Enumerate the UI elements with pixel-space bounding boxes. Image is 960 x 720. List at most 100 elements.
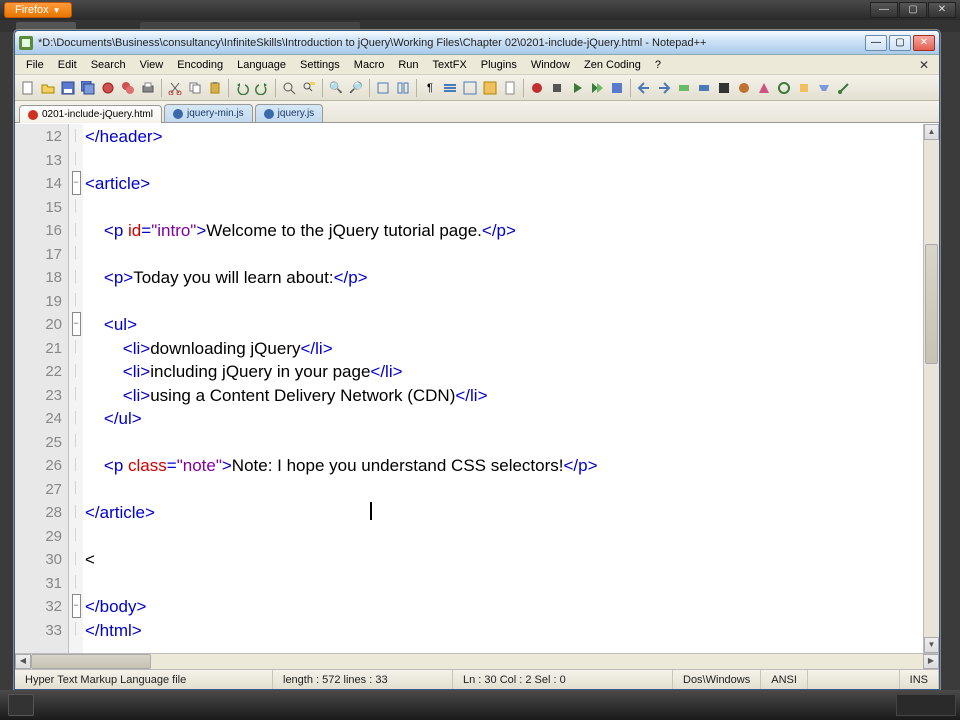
windows-taskbar bbox=[0, 690, 960, 720]
window-title: *D:\Documents\Business\consultancy\Infin… bbox=[38, 37, 865, 49]
menu-textfx[interactable]: TextFX bbox=[426, 57, 474, 73]
close-all-icon[interactable] bbox=[119, 79, 137, 97]
menu-run[interactable]: Run bbox=[391, 57, 425, 73]
tb-extra-9-icon[interactable] bbox=[795, 79, 813, 97]
menu-zencoding[interactable]: Zen Coding bbox=[577, 57, 648, 73]
show-all-icon[interactable] bbox=[441, 79, 459, 97]
menu-macro[interactable]: Macro bbox=[347, 57, 392, 73]
line-number-gutter: 1213141516171819202122232425262728293031… bbox=[15, 124, 69, 653]
vertical-scrollbar[interactable]: ▲ ▼ bbox=[923, 124, 939, 653]
statusbar: Hyper Text Markup Language file length :… bbox=[15, 669, 939, 689]
fold-column: ││−│││││−│││││││││││−│ bbox=[69, 124, 83, 653]
menu-window[interactable]: Window bbox=[524, 57, 577, 73]
status-insert-mode[interactable]: INS bbox=[900, 670, 939, 689]
print-icon[interactable] bbox=[139, 79, 157, 97]
undo-icon[interactable] bbox=[233, 79, 251, 97]
doc-close-x[interactable]: ✕ bbox=[913, 58, 935, 72]
copy-icon[interactable] bbox=[186, 79, 204, 97]
notepadpp-icon bbox=[19, 36, 33, 50]
play-macro-icon[interactable] bbox=[568, 79, 586, 97]
tb-extra-2-icon[interactable] bbox=[655, 79, 673, 97]
tb-extra-10-icon[interactable] bbox=[815, 79, 833, 97]
notepadpp-window: *D:\Documents\Business\consultancy\Infin… bbox=[14, 30, 940, 690]
menu-help[interactable]: ? bbox=[648, 57, 668, 73]
scroll-thumb[interactable] bbox=[925, 244, 938, 364]
system-tray[interactable] bbox=[896, 694, 956, 716]
tb-extra-1-icon[interactable] bbox=[635, 79, 653, 97]
tab-label: jquery.js bbox=[278, 108, 315, 119]
browser-close-button[interactable]: ✕ bbox=[928, 2, 956, 18]
text-caret-secondary bbox=[370, 502, 372, 520]
menu-language[interactable]: Language bbox=[230, 57, 293, 73]
user-lang-icon[interactable] bbox=[481, 79, 499, 97]
save-icon[interactable] bbox=[59, 79, 77, 97]
tab-jquery-min[interactable]: jquery-min.js bbox=[164, 104, 253, 122]
tb-extra-3-icon[interactable] bbox=[675, 79, 693, 97]
menu-encoding[interactable]: Encoding bbox=[170, 57, 230, 73]
code-editor[interactable]: </header><article> <p id="intro">Welcome… bbox=[83, 124, 923, 653]
sync-v-icon[interactable] bbox=[374, 79, 392, 97]
tb-extra-8-icon[interactable] bbox=[775, 79, 793, 97]
wrap-icon[interactable]: ¶ bbox=[421, 79, 439, 97]
firefox-menu-button[interactable]: Firefox ▼ bbox=[4, 2, 72, 18]
scroll-left-icon[interactable]: ◀ bbox=[15, 654, 31, 669]
new-file-icon[interactable] bbox=[19, 79, 37, 97]
save-all-icon[interactable] bbox=[79, 79, 97, 97]
npp-maximize-button[interactable]: ▢ bbox=[889, 35, 911, 51]
hscroll-thumb[interactable] bbox=[31, 654, 151, 669]
menu-settings[interactable]: Settings bbox=[293, 57, 347, 73]
toolbar: 🔍 🔎 ¶ bbox=[15, 75, 939, 101]
zoom-out-icon[interactable]: 🔎 bbox=[347, 79, 365, 97]
document-tabs: 0201-include-jQuery.html jquery-min.js j… bbox=[15, 101, 939, 123]
indent-guide-icon[interactable] bbox=[461, 79, 479, 97]
menu-view[interactable]: View bbox=[133, 57, 171, 73]
close-file-icon[interactable] bbox=[99, 79, 117, 97]
scroll-up-icon[interactable]: ▲ bbox=[924, 124, 939, 140]
menu-edit[interactable]: Edit bbox=[51, 57, 84, 73]
tab-jquery[interactable]: jquery.js bbox=[255, 104, 324, 122]
tb-extra-11-icon[interactable] bbox=[835, 79, 853, 97]
status-encoding: ANSI bbox=[761, 670, 808, 689]
browser-maximize-button[interactable]: ▢ bbox=[899, 2, 927, 18]
find-icon[interactable] bbox=[280, 79, 298, 97]
npp-close-button[interactable]: ✕ bbox=[913, 35, 935, 51]
saved-dot-icon bbox=[173, 109, 183, 119]
taskbar-item[interactable] bbox=[8, 694, 34, 716]
status-filetype: Hyper Text Markup Language file bbox=[15, 670, 273, 689]
tab-label: 0201-include-jQuery.html bbox=[42, 109, 153, 120]
doc-map-icon[interactable] bbox=[501, 79, 519, 97]
browser-minimize-button[interactable]: — bbox=[870, 2, 898, 18]
tb-extra-4-icon[interactable] bbox=[695, 79, 713, 97]
status-length: length : 572 lines : 33 bbox=[273, 670, 453, 689]
scroll-right-icon[interactable]: ▶ bbox=[923, 654, 939, 669]
menubar: File Edit Search View Encoding Language … bbox=[15, 55, 939, 75]
sync-h-icon[interactable] bbox=[394, 79, 412, 97]
menu-file[interactable]: File bbox=[19, 57, 51, 73]
tb-extra-6-icon[interactable] bbox=[735, 79, 753, 97]
firefox-label: Firefox bbox=[15, 4, 49, 16]
unsaved-dot-icon bbox=[28, 110, 38, 120]
npp-minimize-button[interactable]: — bbox=[865, 35, 887, 51]
cut-icon[interactable] bbox=[166, 79, 184, 97]
editor-area: 1213141516171819202122232425262728293031… bbox=[15, 123, 939, 653]
scroll-down-icon[interactable]: ▼ bbox=[924, 637, 939, 653]
horizontal-scrollbar[interactable]: ◀ ▶ bbox=[15, 653, 939, 669]
tb-extra-7-icon[interactable] bbox=[755, 79, 773, 97]
tab-0201-include-jquery[interactable]: 0201-include-jQuery.html bbox=[19, 105, 162, 123]
status-position: Ln : 30 Col : 2 Sel : 0 bbox=[453, 670, 673, 689]
record-macro-icon[interactable] bbox=[528, 79, 546, 97]
chevron-down-icon: ▼ bbox=[53, 6, 61, 15]
paste-icon[interactable] bbox=[206, 79, 224, 97]
menu-plugins[interactable]: Plugins bbox=[474, 57, 524, 73]
save-macro-icon[interactable] bbox=[608, 79, 626, 97]
menu-search[interactable]: Search bbox=[84, 57, 133, 73]
open-file-icon[interactable] bbox=[39, 79, 57, 97]
play-multi-icon[interactable] bbox=[588, 79, 606, 97]
zoom-in-icon[interactable]: 🔍 bbox=[327, 79, 345, 97]
tb-extra-5-icon[interactable] bbox=[715, 79, 733, 97]
status-eol: Dos\Windows bbox=[673, 670, 761, 689]
npp-titlebar[interactable]: *D:\Documents\Business\consultancy\Infin… bbox=[15, 31, 939, 55]
replace-icon[interactable] bbox=[300, 79, 318, 97]
redo-icon[interactable] bbox=[253, 79, 271, 97]
stop-macro-icon[interactable] bbox=[548, 79, 566, 97]
